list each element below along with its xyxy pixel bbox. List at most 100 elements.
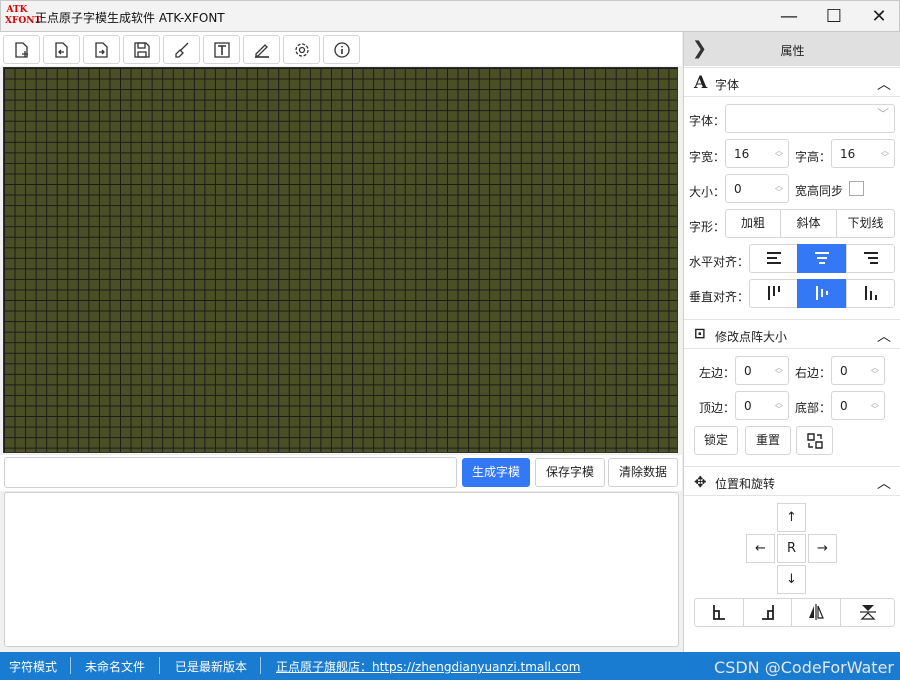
text-icon [213, 41, 230, 58]
chevron-up-icon[interactable]: ︿ [877, 326, 891, 346]
align-center-icon [815, 252, 829, 264]
right-margin-stepper[interactable]: 0 ︿ ﹀ [831, 356, 885, 385]
save-icon [133, 41, 150, 58]
rotate-right-button[interactable] [743, 598, 792, 627]
brush-button[interactable] [163, 35, 200, 64]
store-link[interactable]: 正点原子旗舰店：https://zhengdianyuanzi.tmall.co… [276, 658, 580, 675]
font-section-title: 字体 [715, 78, 740, 92]
flip-horizontal-button[interactable] [791, 598, 841, 627]
text-button[interactable] [203, 35, 240, 64]
panel-header: ❯ 属性 [684, 32, 900, 66]
spin-arrows-icon: ︿ ﹀ [871, 363, 879, 379]
top-margin-stepper[interactable]: 0 ︿ ﹀ [735, 391, 789, 420]
rotate-left-icon [713, 605, 725, 620]
chevron-up-icon[interactable]: ︿ [877, 74, 891, 94]
halign-label: 水平对齐： [689, 255, 750, 269]
font-select[interactable]: ﹀ [725, 104, 895, 133]
settings-icon [294, 42, 309, 57]
move-left-button[interactable]: ← [746, 534, 775, 563]
position-section-title: 位置和旋转 [715, 477, 776, 491]
move-right-button[interactable]: → [808, 534, 837, 563]
properties-panel: ❯ 属性 A 字体 ︿ 字体： ﹀ 字宽： 16 ︿ ﹀ 字高： 16 ︿ ﹀ 大小… [683, 32, 900, 652]
left-margin-label: 左边： [699, 366, 736, 380]
align-center-button[interactable] [797, 244, 847, 273]
bottom-margin-label: 底部： [795, 401, 832, 415]
lock-button[interactable]: 锁定 [694, 426, 738, 455]
underline-button[interactable]: 下划线 [836, 209, 895, 238]
align-right-icon [863, 252, 878, 264]
info-icon [333, 41, 350, 58]
move-up-button[interactable]: ↑ [777, 503, 806, 532]
valign-bottom-button[interactable] [846, 279, 895, 308]
italic-button[interactable]: 斜体 [780, 209, 837, 238]
chevron-down-icon: ﹀ [876, 107, 889, 121]
move-icon: ✥ [694, 473, 707, 491]
toolbar [0, 32, 682, 66]
height-value: 16 [840, 147, 856, 161]
settings-button[interactable] [283, 35, 320, 64]
window-title: 正点原子字模生成软件 ATK-XFONT [35, 11, 225, 25]
spin-arrows-icon: ︿ ﹀ [775, 398, 783, 414]
align-left-button[interactable] [749, 244, 798, 273]
align-right-button[interactable] [846, 244, 895, 273]
height-stepper[interactable]: 16 ︿ ﹀ [831, 139, 895, 168]
output-textarea[interactable] [4, 492, 679, 647]
pixel-grid-canvas[interactable] [3, 67, 678, 453]
valign-top-icon [767, 286, 780, 300]
top-margin-label: 顶边： [699, 401, 736, 415]
app-logo: ATK XFONT [5, 5, 42, 29]
brush-icon [174, 42, 188, 58]
right-margin-value: 0 [840, 364, 848, 378]
clear-data-button[interactable]: 清除数据 [608, 458, 678, 487]
bold-button[interactable]: 加粗 [725, 209, 781, 238]
top-margin-value: 0 [744, 399, 752, 413]
save-button[interactable] [123, 35, 160, 64]
minimize-button[interactable]: — [767, 3, 811, 31]
valign-label: 垂直对齐： [689, 290, 750, 304]
matrix-resize-icon: ⊡ [694, 326, 706, 342]
close-button[interactable]: ✕ [857, 3, 900, 31]
title-bar: ATK XFONT 正点原子字模生成软件 ATK-XFONT — ☐ ✕ [0, 0, 900, 32]
watermark: CSDN @CodeForWater [714, 658, 894, 677]
save-font-button[interactable]: 保存字模 [535, 458, 605, 487]
generate-button[interactable]: 生成字模 [462, 458, 530, 487]
reset-button[interactable]: 重置 [745, 426, 791, 455]
matrix-section-header[interactable]: ⊡ 修改点阵大小 ︿ [684, 319, 900, 349]
bottom-margin-value: 0 [840, 399, 848, 413]
height-label: 字高： [795, 150, 832, 164]
new-file-button[interactable] [3, 35, 40, 64]
size-value: 0 [734, 182, 742, 196]
spin-arrows-icon: ︿ ﹀ [881, 146, 889, 162]
logo-text-bottom: XFONT [5, 16, 42, 26]
spin-arrows-icon: ︿ ﹀ [775, 181, 783, 197]
spin-arrows-icon: ︿ ﹀ [775, 146, 783, 162]
valign-top-button[interactable] [749, 279, 798, 308]
flip-vertical-button[interactable] [840, 598, 895, 627]
chevron-up-icon[interactable]: ︿ [877, 473, 891, 493]
matrix-section-title: 修改点阵大小 [715, 330, 788, 344]
resize-toggle-button[interactable] [796, 426, 833, 455]
pen-button[interactable] [243, 35, 280, 64]
new-file-icon [14, 41, 28, 58]
spin-arrows-icon: ︿ ﹀ [775, 363, 783, 379]
action-row: 生成字模 保存字模 清除数据 [0, 455, 682, 491]
size-stepper[interactable]: 0 ︿ ﹀ [725, 174, 789, 203]
width-stepper[interactable]: 16 ︿ ﹀ [725, 139, 789, 168]
bottom-margin-stepper[interactable]: 0 ︿ ﹀ [831, 391, 885, 420]
valign-middle-button[interactable] [797, 279, 847, 308]
export-file-button[interactable] [83, 35, 120, 64]
left-margin-value: 0 [744, 364, 752, 378]
position-section-header[interactable]: ✥ 位置和旋转 ︿ [684, 466, 900, 496]
size-label: 大小： [689, 185, 726, 199]
font-section-header[interactable]: A 字体 ︿ [684, 67, 900, 97]
maximize-button[interactable]: ☐ [812, 3, 856, 31]
move-down-button[interactable]: ↓ [777, 565, 806, 594]
open-file-button[interactable] [43, 35, 80, 64]
text-input[interactable] [4, 457, 457, 488]
sync-checkbox[interactable] [849, 181, 864, 196]
info-button[interactable] [323, 35, 360, 64]
left-margin-stepper[interactable]: 0 ︿ ﹀ [735, 356, 789, 385]
rotate-button[interactable]: R [777, 534, 806, 563]
rotate-left-button[interactable] [694, 598, 744, 627]
status-bar: 字符模式 未命名文件 已是最新版本 正点原子旗舰店：https://zhengd… [0, 652, 900, 680]
